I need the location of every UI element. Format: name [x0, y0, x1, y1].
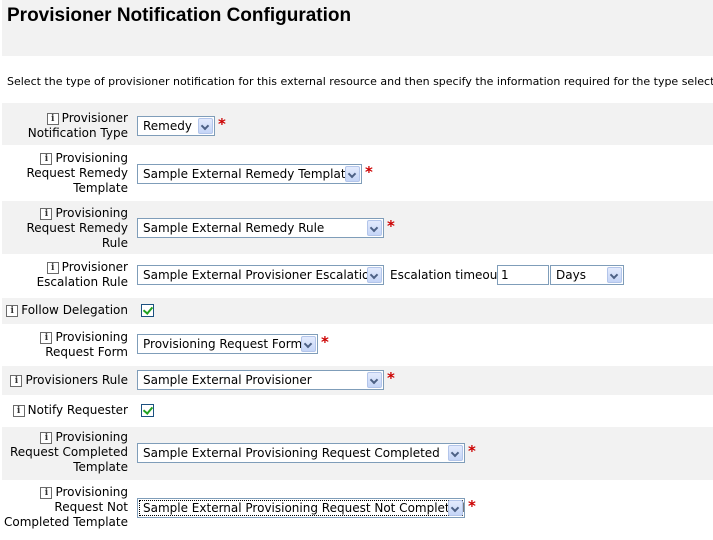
row-notify-requester: i Notify Requester — [2, 397, 713, 425]
chevron-down-icon — [198, 118, 213, 134]
info-icon[interactable]: i — [40, 432, 53, 444]
chevron-down-icon — [448, 500, 463, 516]
chevron-down-icon — [367, 372, 382, 388]
row-provisioners-rule: i Provisioners Rule Sample External Provi… — [2, 366, 713, 395]
intro-text: Select the type of provisioner notificat… — [7, 75, 713, 88]
escalation-timeout-input[interactable]: 1 — [497, 265, 549, 285]
follow-delegation-checkbox[interactable] — [141, 304, 154, 317]
escalation-rule-label: i Provisioner Escalation Rule — [36, 260, 128, 289]
row-not-completed-template: i Provisioning Request Not Completed Templa… — [2, 482, 713, 538]
notification-type-label: i Provisioner Notification Type — [27, 111, 128, 140]
not-completed-template-select[interactable]: Sample External Provisioning Request Not… — [137, 498, 465, 518]
remedy-template-select[interactable]: Sample External Remedy Template — [137, 164, 362, 184]
chevron-down-icon — [448, 445, 463, 461]
follow-delegation-label: i Follow Delegation — [2, 303, 128, 318]
notify-requester-label: i Notify Requester — [2, 403, 128, 418]
chevron-down-icon — [345, 166, 360, 182]
info-icon[interactable]: i — [46, 113, 59, 125]
row-follow-delegation: i Follow Delegation — [2, 298, 713, 324]
escalation-rule-select[interactable]: Sample External Provisioner Escalation — [137, 265, 384, 285]
row-request-form: i Provisioning Request Form Provisioning R… — [2, 326, 713, 364]
required-mark: * — [321, 333, 329, 351]
info-icon[interactable]: i — [40, 153, 53, 165]
not-completed-template-label: i Provisioning Request Not Completed Templa… — [3, 485, 128, 529]
request-form-select[interactable]: Provisioning Request Form — [137, 334, 318, 354]
notify-requester-checkbox[interactable] — [141, 404, 154, 417]
completed-template-select[interactable]: Sample External Provisioning Request Com… — [137, 443, 465, 463]
row-notification-type: i Provisioner Notification Type Remedy * — [2, 103, 713, 145]
info-icon[interactable]: i — [40, 487, 53, 499]
row-escalation-rule: i Provisioner Escalation Rule Sample Exter… — [2, 256, 713, 296]
required-mark: * — [468, 442, 476, 460]
required-mark: * — [468, 497, 476, 515]
notification-type-label-text: Notification Type — [27, 126, 128, 140]
completed-template-label: i Provisioning Request Completed Template — [9, 430, 128, 474]
chevron-down-icon — [607, 267, 622, 283]
provisioners-rule-label: i Provisioners Rule — [2, 373, 128, 388]
info-icon[interactable]: i — [46, 262, 59, 274]
info-icon[interactable]: i — [40, 208, 53, 220]
escalation-timeout-label: Escalation timeout — [390, 268, 503, 282]
request-form-label: i Provisioning Request Form — [2, 330, 128, 360]
required-mark: * — [365, 163, 373, 181]
chevron-down-icon — [367, 220, 382, 236]
chevron-down-icon — [367, 267, 382, 283]
page-title: Provisioner Notification Configuration — [7, 5, 352, 26]
required-mark: * — [387, 369, 395, 387]
remedy-rule-label: i Provisioning Request Remedy Rule — [26, 206, 128, 250]
row-completed-template: i Provisioning Request Completed Template S… — [2, 427, 713, 480]
row-remedy-rule: i Provisioning Request Remedy Rule Sample E… — [2, 201, 713, 254]
provisioners-rule-select[interactable]: Sample External Provisioner — [137, 370, 384, 390]
info-icon[interactable]: i — [6, 305, 19, 317]
required-mark: * — [387, 217, 395, 235]
chevron-down-icon — [301, 336, 316, 352]
remedy-template-label: i Provisioning Request Remedy Template — [26, 151, 128, 195]
info-icon[interactable]: i — [10, 375, 23, 387]
escalation-timeout-unit-select[interactable]: Days — [550, 265, 624, 285]
info-icon[interactable]: i — [12, 405, 25, 417]
remedy-rule-select[interactable]: Sample External Remedy Rule — [137, 218, 384, 238]
info-icon[interactable]: i — [40, 332, 53, 344]
notification-type-select[interactable]: Remedy — [137, 116, 215, 136]
required-mark: * — [218, 115, 226, 133]
row-remedy-template: i Provisioning Request Remedy Template Samp… — [2, 147, 713, 199]
